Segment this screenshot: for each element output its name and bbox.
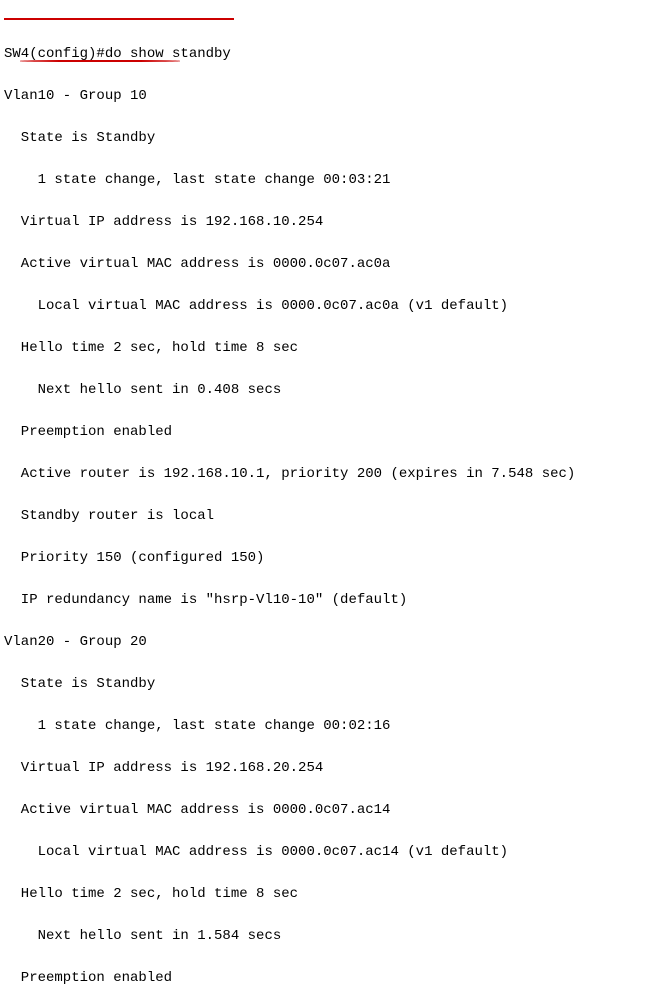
hello-time-line: Hello time 2 sec, hold time 8 sec — [4, 884, 650, 905]
local-mac-line: Local virtual MAC address is 0000.0c07.a… — [4, 296, 650, 317]
active-router-line: Active router is 192.168.10.1, priority … — [4, 464, 650, 485]
group-header: Vlan10 - Group 10 — [4, 86, 650, 107]
local-mac-line: Local virtual MAC address is 0000.0c07.a… — [4, 842, 650, 863]
preemption-line: Preemption enabled — [4, 968, 650, 989]
next-hello-line: Next hello sent in 0.408 secs — [4, 380, 650, 401]
state-change-line: 1 state change, last state change 00:03:… — [4, 170, 650, 191]
state-line: State is Standby — [4, 128, 650, 149]
virtual-ip-line: Virtual IP address is 192.168.20.254 — [4, 758, 650, 779]
group-header: Vlan20 - Group 20 — [4, 632, 650, 653]
cli-output: SW4(config)#do show standby Vlan10 - Gro… — [0, 0, 654, 1008]
highlight-command — [4, 18, 234, 20]
standby-router-line: Standby router is local — [4, 506, 650, 527]
preemption-line: Preemption enabled — [4, 422, 650, 443]
next-hello-line: Next hello sent in 1.584 secs — [4, 926, 650, 947]
virtual-ip-line: Virtual IP address is 192.168.10.254 — [4, 212, 650, 233]
ip-redundancy-line: IP redundancy name is "hsrp-Vl10-10" (de… — [4, 590, 650, 611]
hello-time-line: Hello time 2 sec, hold time 8 sec — [4, 338, 650, 359]
state-change-line: 1 state change, last state change 00:02:… — [4, 716, 650, 737]
state-line: State is Standby — [4, 674, 650, 695]
active-mac-line: Active virtual MAC address is 0000.0c07.… — [4, 800, 650, 821]
highlight-state — [20, 60, 180, 62]
priority-line: Priority 150 (configured 150) — [4, 548, 650, 569]
active-mac-line: Active virtual MAC address is 0000.0c07.… — [4, 254, 650, 275]
